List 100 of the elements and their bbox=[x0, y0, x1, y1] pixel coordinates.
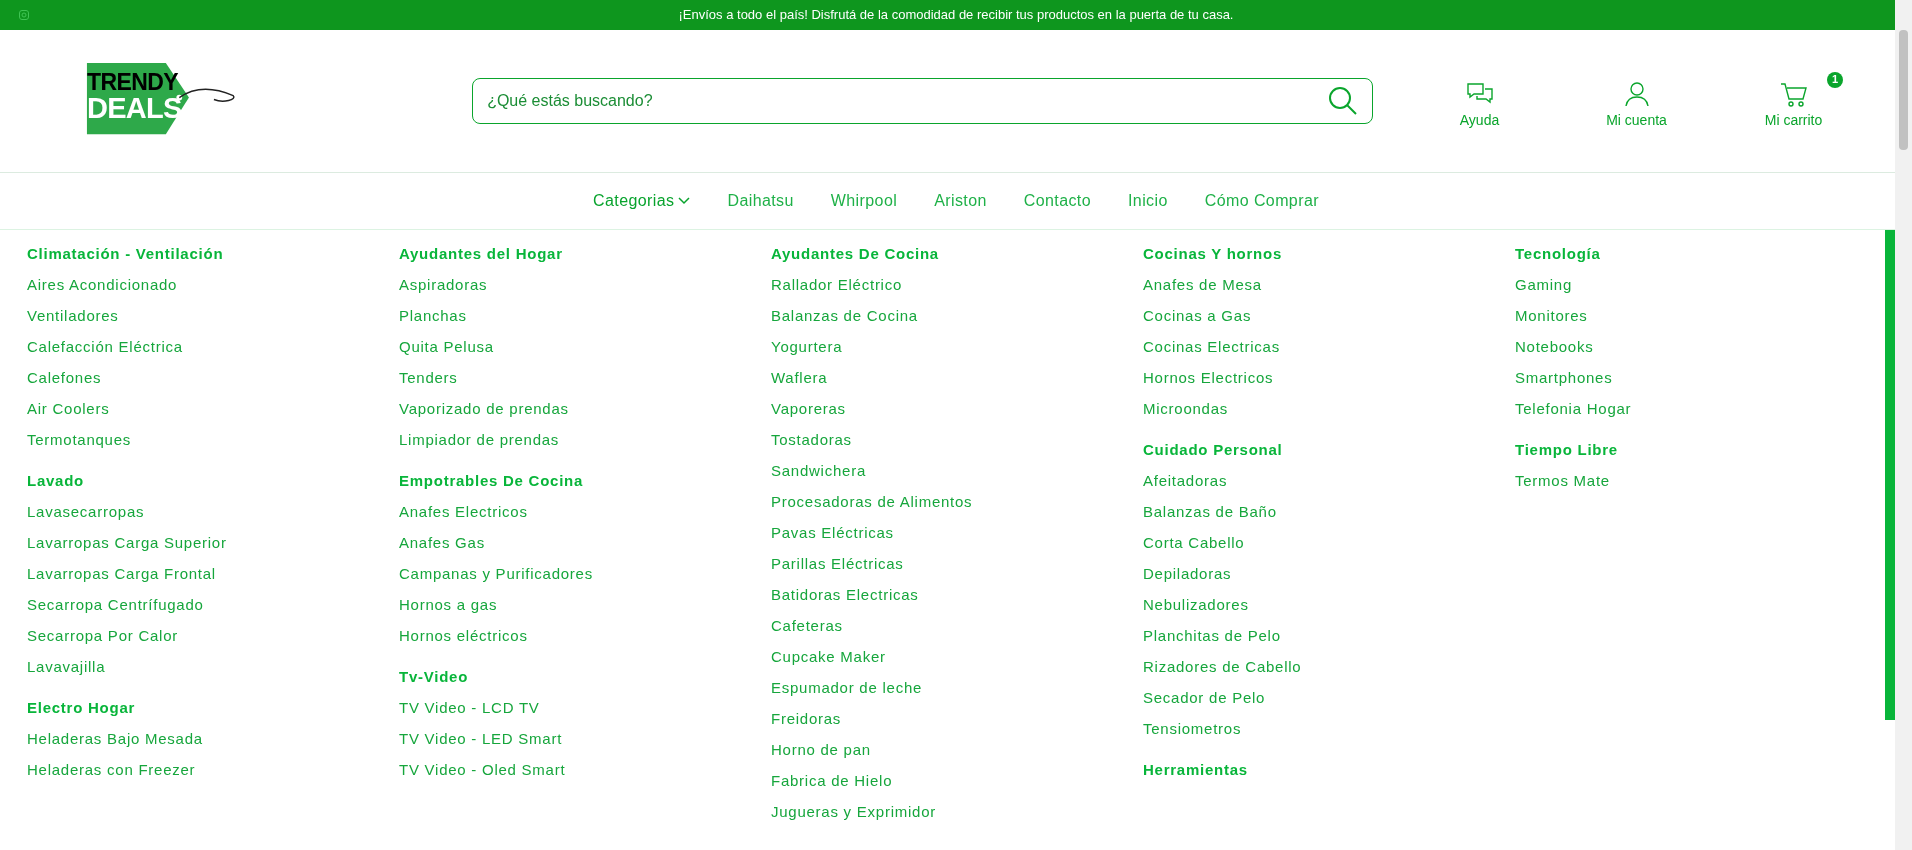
category-link[interactable]: Termotanques bbox=[27, 430, 399, 449]
category-link[interactable]: Anafes de Mesa bbox=[1143, 275, 1515, 294]
category-link[interactable]: Horno de pan bbox=[771, 740, 1143, 759]
category-link[interactable]: Sandwichera bbox=[771, 461, 1143, 480]
category-link[interactable]: Microondas bbox=[1143, 399, 1515, 418]
cart-count-badge: 1 bbox=[1827, 71, 1843, 88]
category-link[interactable]: Waflera bbox=[771, 368, 1143, 387]
category-link[interactable]: Vaporeras bbox=[771, 399, 1143, 418]
category-link[interactable]: Hornos eléctricos bbox=[399, 626, 771, 645]
category-heading[interactable]: Ayudantes De Cocina bbox=[771, 244, 1143, 263]
category-link[interactable]: Planchas bbox=[399, 306, 771, 325]
category-link[interactable]: Lavasecarropas bbox=[27, 502, 399, 521]
category-link[interactable]: Telefonia Hogar bbox=[1515, 399, 1887, 418]
category-link[interactable]: Tensiometros bbox=[1143, 719, 1515, 738]
category-heading[interactable]: Herramientas bbox=[1143, 760, 1515, 779]
category-link[interactable]: Yogurtera bbox=[771, 337, 1143, 356]
category-link[interactable]: Rizadores de Cabello bbox=[1143, 657, 1515, 676]
category-link[interactable]: Depiladoras bbox=[1143, 564, 1515, 583]
category-link[interactable]: Heladeras con Freezer bbox=[27, 760, 399, 779]
announcement-text: ¡Envíos a todo el país! Disfrutá de la comodidad de recibir tus productos en la puerta de tu casa. bbox=[678, 6, 1234, 25]
category-heading[interactable]: Lavado bbox=[27, 471, 399, 490]
category-link[interactable]: Anafes Electricos bbox=[399, 502, 771, 521]
category-heading[interactable]: Cocinas Y hornos bbox=[1143, 244, 1515, 263]
search-field[interactable]: ¿Qué estás buscando? bbox=[472, 78, 1373, 124]
category-link[interactable]: Afeitadoras bbox=[1143, 471, 1515, 490]
user-icon bbox=[1622, 79, 1651, 108]
category-link[interactable]: Hornos Electricos bbox=[1143, 368, 1515, 387]
category-heading[interactable]: Tv-Video bbox=[399, 667, 771, 686]
category-link[interactable]: Procesadoras de Alimentos bbox=[771, 492, 1143, 511]
category-link[interactable]: Aires Acondicionado bbox=[27, 275, 399, 294]
category-link[interactable]: Lavarropas Carga Superior bbox=[27, 533, 399, 552]
category-link[interactable]: Anafes Gas bbox=[399, 533, 771, 552]
logo-text: TRENDY bbox=[87, 71, 180, 94]
category-link[interactable]: Corta Cabello bbox=[1143, 533, 1515, 552]
category-link[interactable]: Quita Pelusa bbox=[399, 337, 771, 356]
category-heading[interactable]: Cuidado Personal bbox=[1143, 440, 1515, 459]
category-link[interactable]: Freidoras bbox=[771, 709, 1143, 728]
category-link[interactable]: Parillas Eléctricas bbox=[771, 554, 1143, 573]
category-link[interactable]: Ventiladores bbox=[27, 306, 399, 325]
category-link[interactable]: Planchitas de Pelo bbox=[1143, 626, 1515, 645]
category-link[interactable]: TV Video - LED Smart bbox=[399, 729, 771, 748]
category-link[interactable]: Air Coolers bbox=[27, 399, 399, 418]
search-input[interactable]: ¿Qué estás buscando? bbox=[487, 89, 1328, 113]
category-link[interactable]: Fabrica de Hielo bbox=[771, 771, 1143, 790]
category-link[interactable]: Heladeras Bajo Mesada bbox=[27, 729, 399, 748]
nav-link[interactable]: Categorias bbox=[593, 189, 691, 213]
category-link[interactable]: Balanzas de Cocina bbox=[771, 306, 1143, 325]
header-action-link[interactable]: Ayuda bbox=[1401, 71, 1558, 131]
category-link[interactable]: Monitores bbox=[1515, 306, 1887, 325]
category-link[interactable]: Limpiador de prendas bbox=[399, 430, 771, 449]
nav-link[interactable]: Inicio bbox=[1128, 189, 1168, 213]
category-link[interactable]: Campanas y Purificadores bbox=[399, 564, 771, 583]
category-heading[interactable]: Electro Hogar bbox=[27, 698, 399, 717]
category-link[interactable]: Calefones bbox=[27, 368, 399, 387]
category-link[interactable]: Lavavajilla bbox=[27, 657, 399, 676]
category-heading[interactable]: Tiempo Libre bbox=[1515, 440, 1887, 459]
social-icon[interactable] bbox=[19, 10, 29, 20]
header-action-link[interactable]: Mi carrito 1 bbox=[1715, 71, 1872, 131]
nav-link[interactable]: Cómo Comprar bbox=[1204, 189, 1319, 213]
category-link[interactable]: Balanzas de Baño bbox=[1143, 502, 1515, 521]
category-link[interactable]: Secarropa Centrífugado bbox=[27, 595, 399, 614]
category-link[interactable]: Calefacción Eléctrica bbox=[27, 337, 399, 356]
category-link[interactable]: Espumador de leche bbox=[771, 678, 1143, 697]
header-action-link[interactable]: Mi cuenta bbox=[1558, 71, 1715, 131]
category-link[interactable]: Tostadoras bbox=[771, 430, 1143, 449]
nav-link[interactable]: Daihatsu bbox=[727, 189, 794, 213]
category-link[interactable]: Lavarropas Carga Frontal bbox=[27, 564, 399, 583]
category-heading[interactable]: Empotrables De Cocina bbox=[399, 471, 771, 490]
category-link[interactable]: Aspiradoras bbox=[399, 275, 771, 294]
category-link[interactable]: TV Video - Oled Smart bbox=[399, 760, 771, 779]
category-link[interactable]: TV Video - LCD TV bbox=[399, 698, 771, 717]
category-link[interactable]: Batidoras Electricas bbox=[771, 585, 1143, 604]
category-link[interactable]: Smartphones bbox=[1515, 368, 1887, 387]
search-icon[interactable] bbox=[1328, 86, 1358, 116]
nav-link[interactable]: Ariston bbox=[934, 189, 987, 213]
nav-link[interactable]: Whirpool bbox=[830, 189, 898, 213]
category-link[interactable]: Cupcake Maker bbox=[771, 647, 1143, 666]
category-link[interactable]: Notebooks bbox=[1515, 337, 1887, 356]
category-link[interactable]: Jugueras y Exprimidor bbox=[771, 802, 1143, 821]
category-link[interactable]: Hornos a gas bbox=[399, 595, 771, 614]
category-link[interactable]: Nebulizadores bbox=[1143, 595, 1515, 614]
logo-text: DEALS bbox=[87, 94, 182, 123]
category-heading[interactable]: Ayudantes del Hogar bbox=[399, 244, 771, 263]
category-link[interactable]: Cocinas Electricas bbox=[1143, 337, 1515, 356]
category-heading[interactable]: Tecnología bbox=[1515, 244, 1887, 263]
category-link[interactable]: Termos Mate bbox=[1515, 471, 1887, 490]
category-link[interactable]: Cocinas a Gas bbox=[1143, 306, 1515, 325]
category-link[interactable]: Rallador Eléctrico bbox=[771, 275, 1143, 294]
category-link[interactable]: Cafeteras bbox=[771, 616, 1143, 635]
category-link[interactable]: Vaporizado de prendas bbox=[399, 399, 771, 418]
scrollbar-thumb[interactable] bbox=[1899, 30, 1908, 150]
chevron-icon bbox=[678, 195, 691, 207]
category-link[interactable]: Secador de Pelo bbox=[1143, 688, 1515, 707]
category-link[interactable]: Gaming bbox=[1515, 275, 1887, 294]
category-heading[interactable]: Climatación - Ventilación bbox=[27, 244, 399, 263]
category-link[interactable]: Secarropa Por Calor bbox=[27, 626, 399, 645]
category-link[interactable]: Pavas Eléctricas bbox=[771, 523, 1143, 542]
category-link[interactable]: Tenders bbox=[399, 368, 771, 387]
nav-link[interactable]: Contacto bbox=[1023, 189, 1091, 213]
logo[interactable]: TRENDY DEALS bbox=[85, 61, 236, 141]
